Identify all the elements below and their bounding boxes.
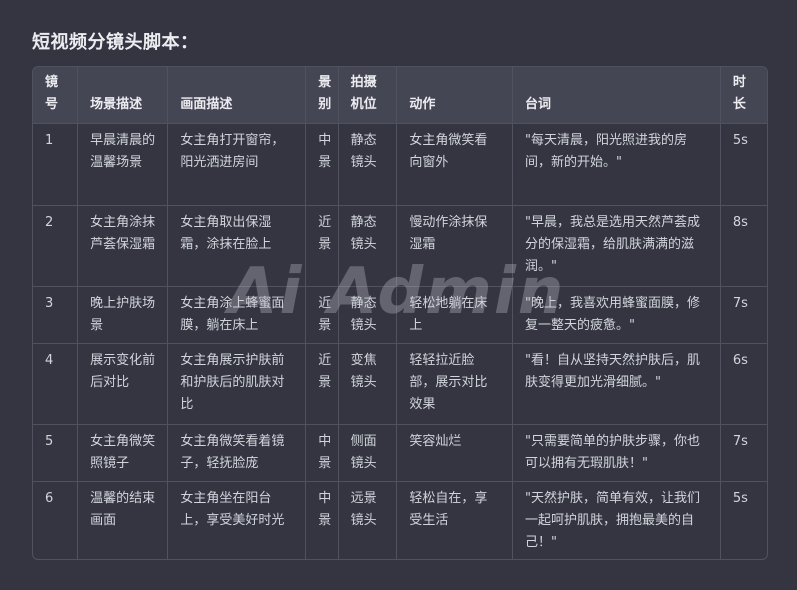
table-row: 5 女主角微笑照镜子 女主角微笑看着镜子，轻抚脸庞 中景 侧面镜头 笑容灿烂 "… <box>33 424 767 482</box>
cell-scene: 女主角微笑照镜子 <box>77 424 169 482</box>
cell-camera: 静态镜头 <box>338 205 398 287</box>
cell-scene: 早晨清晨的温馨场景 <box>77 123 169 206</box>
cell-dialogue: "早晨，我总是选用天然芦荟成分的保湿霜，给肌肤满满的滋润。" <box>512 205 721 287</box>
cell-shot-size: 中景 <box>305 123 339 206</box>
header-visual: 画面描述 <box>167 67 307 124</box>
header-scene: 场景描述 <box>77 67 169 124</box>
cell-camera: 变焦镜头 <box>338 343 398 425</box>
table-row: 4 展示变化前后对比 女主角展示护肤前和护肤后的肌肤对比 近景 变焦镜头 轻轻拉… <box>33 343 767 425</box>
cell-duration: 5s <box>720 123 767 206</box>
cell-visual: 女主角取出保湿霜，涂抹在脸上 <box>167 205 307 287</box>
cell-visual: 女主角展示护肤前和护肤后的肌肤对比 <box>167 343 307 425</box>
header-action: 动作 <box>396 67 513 124</box>
cell-action: 轻松自在，享受生活 <box>396 481 513 559</box>
cell-visual: 女主角涂上蜂蜜面膜，躺在床上 <box>167 286 307 344</box>
header-shot-number: 镜号 <box>33 67 79 124</box>
cell-shot-size: 中景 <box>305 481 339 559</box>
table-body: 1 早晨清晨的温馨场景 女主角打开窗帘，阳光洒进房间 中景 静态镜头 女主角微笑… <box>33 123 767 559</box>
cell-dialogue: "只需要简单的护肤步骤，你也可以拥有无瑕肌肤！" <box>512 424 721 482</box>
page-heading: 短视频分镜头脚本： <box>32 32 199 53</box>
cell-camera: 侧面镜头 <box>338 424 398 482</box>
cell-action: 慢动作涂抹保湿霜 <box>396 205 513 287</box>
cell-action: 笑容灿烂 <box>396 424 513 482</box>
cell-scene: 晚上护肤场景 <box>77 286 169 344</box>
cell-duration: 7s <box>720 286 767 344</box>
cell-shot-number: 6 <box>33 481 79 559</box>
cell-shot-size: 近景 <box>305 286 339 344</box>
cell-scene: 展示变化前后对比 <box>77 343 169 425</box>
header-camera: 拍摄机位 <box>338 67 398 124</box>
table-row: 1 早晨清晨的温馨场景 女主角打开窗帘，阳光洒进房间 中景 静态镜头 女主角微笑… <box>33 123 767 206</box>
cell-scene: 女主角涂抹芦荟保湿霜 <box>77 205 169 287</box>
cell-dialogue: "每天清晨，阳光照进我的房间，新的开始。" <box>512 123 721 206</box>
cell-action: 轻轻拉近脸部，展示对比效果 <box>396 343 513 425</box>
cell-camera: 静态镜头 <box>338 123 398 206</box>
table-row: 6 温馨的结束画面 女主角坐在阳台上，享受美好时光 中景 远景镜头 轻松自在，享… <box>33 481 767 559</box>
storyboard-table-container: 镜号 场景描述 画面描述 景别 拍摄机位 动作 台词 时长 1 早晨清晨的温馨场… <box>32 66 768 560</box>
table-header: 镜号 场景描述 画面描述 景别 拍摄机位 动作 台词 时长 <box>33 67 767 124</box>
cell-scene: 温馨的结束画面 <box>77 481 169 559</box>
cell-visual: 女主角微笑看着镜子，轻抚脸庞 <box>167 424 307 482</box>
cell-shot-number: 1 <box>33 123 79 206</box>
cell-shot-number: 2 <box>33 205 79 287</box>
cell-visual: 女主角打开窗帘，阳光洒进房间 <box>167 123 307 206</box>
cell-camera: 远景镜头 <box>338 481 398 559</box>
cell-duration: 8s <box>720 205 767 287</box>
cell-action: 轻松地躺在床上 <box>396 286 513 344</box>
table-row: 3 晚上护肤场景 女主角涂上蜂蜜面膜，躺在床上 近景 静态镜头 轻松地躺在床上 … <box>33 286 767 344</box>
cell-shot-size: 近景 <box>305 205 339 287</box>
header-row: 镜号 场景描述 画面描述 景别 拍摄机位 动作 台词 时长 <box>33 67 767 124</box>
cell-visual: 女主角坐在阳台上，享受美好时光 <box>167 481 307 559</box>
cell-dialogue: "看！自从坚持天然护肤后，肌肤变得更加光滑细腻。" <box>512 343 721 425</box>
header-shot-size: 景别 <box>305 67 339 124</box>
page: 短视频分镜头脚本： 镜号 场景描述 画面描述 景别 拍摄机位 动作 台词 时长 … <box>0 0 797 590</box>
cell-duration: 7s <box>720 424 767 482</box>
cell-shot-number: 4 <box>33 343 79 425</box>
cell-shot-size: 中景 <box>305 424 339 482</box>
cell-shot-number: 5 <box>33 424 79 482</box>
cell-camera: 静态镜头 <box>338 286 398 344</box>
cell-shot-number: 3 <box>33 286 79 344</box>
cell-duration: 6s <box>720 343 767 425</box>
cell-action: 女主角微笑看向窗外 <box>396 123 513 206</box>
header-duration: 时长 <box>720 67 767 124</box>
table-row: 2 女主角涂抹芦荟保湿霜 女主角取出保湿霜，涂抹在脸上 近景 静态镜头 慢动作涂… <box>33 205 767 287</box>
storyboard-table: 镜号 场景描述 画面描述 景别 拍摄机位 动作 台词 时长 1 早晨清晨的温馨场… <box>33 67 767 559</box>
cell-dialogue: "晚上，我喜欢用蜂蜜面膜，修复一整天的疲惫。" <box>512 286 721 344</box>
cell-shot-size: 近景 <box>305 343 339 425</box>
cell-dialogue: "天然护肤，简单有效，让我们一起呵护肌肤，拥抱最美的自己！" <box>512 481 721 559</box>
cell-duration: 5s <box>720 481 767 559</box>
header-dialogue: 台词 <box>512 67 721 124</box>
